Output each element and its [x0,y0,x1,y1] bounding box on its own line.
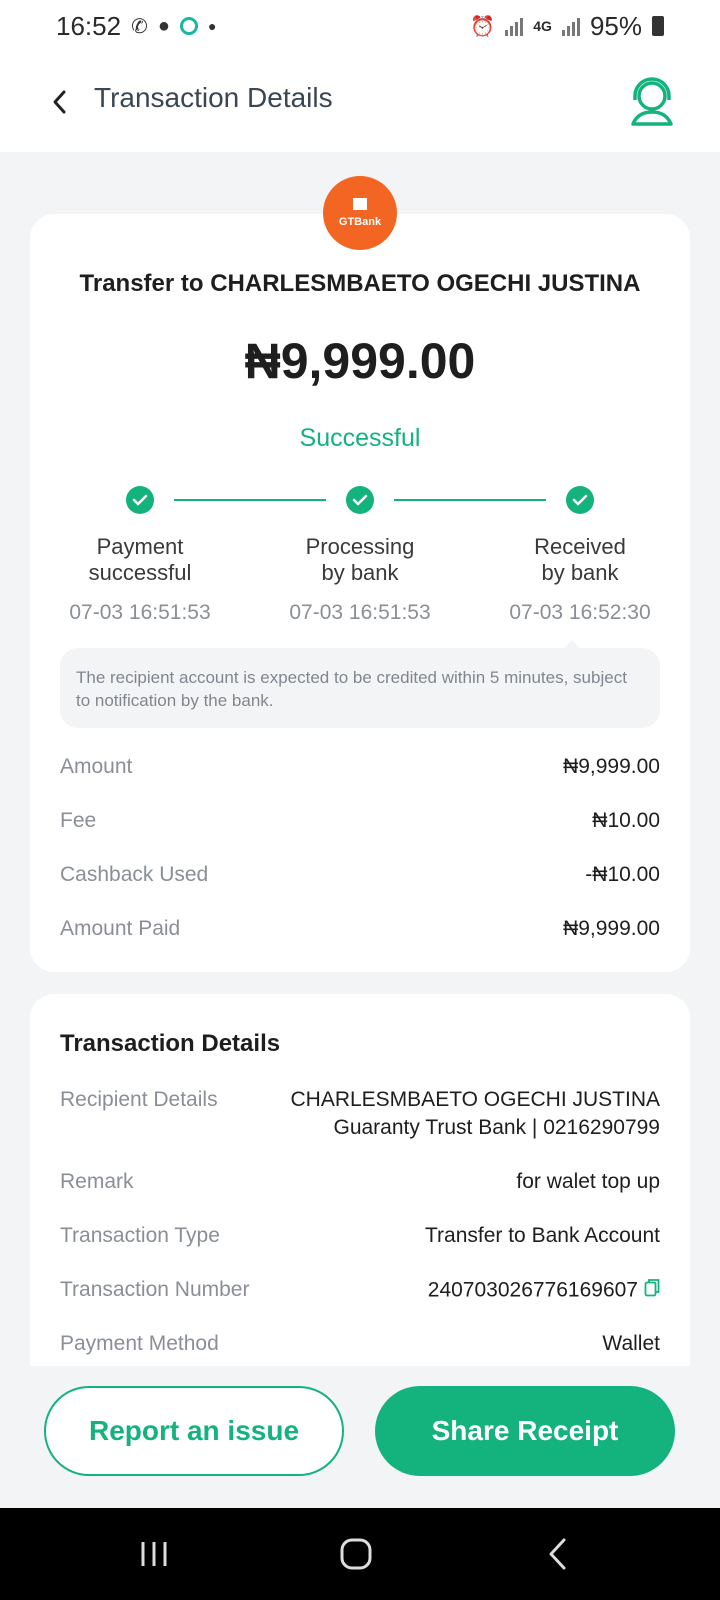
transaction-summary-card [30,214,690,972]
home-button[interactable] [326,1534,386,1574]
recipient-bank-account: Guaranty Trust Bank | 0216290799 [333,1116,660,1139]
transaction-status: Successful [299,424,421,452]
credit-notice: The recipient account is expected to be … [60,648,660,728]
network-type: 4G [533,18,552,34]
report-issue-button[interactable]: Report an issue [44,1386,344,1476]
back-arrow-icon [549,1538,566,1570]
system-nav-bar [0,1508,720,1600]
signal-icon [505,16,524,36]
fee-value: ₦10.00 [592,809,660,832]
bank-logo-mark [353,198,367,210]
step-connector-1 [174,499,326,501]
step-3-time: 07-03 16:52:30 [509,601,651,624]
page-title: Transaction Details [94,82,333,113]
transaction-type-value: Transfer to Bank Account [424,1224,660,1247]
share-receipt-button[interactable]: Share Receipt [375,1386,675,1476]
chevron-left-icon [53,90,66,114]
fee-label: Fee [60,809,97,832]
battery-level: 95% [589,10,642,41]
transaction-number-row: 240703026776169607 [428,1278,660,1304]
amount-paid-value: ₦9,999.00 [563,917,660,940]
notice-caret [564,640,580,648]
recipient-name: CHARLESMBAETO OGECHI JUSTINA [290,1088,660,1111]
payment-method-value: Wallet [602,1332,660,1355]
status-bar: 16:52 ✆ ● ● ⏰ 4G 95% [0,0,720,52]
step-2-check-icon [346,486,374,514]
step-1-label: Payment successful [88,534,192,585]
sync-icon [179,17,198,35]
copy-icon[interactable] [644,1278,660,1304]
back-button[interactable] [40,82,80,122]
whatsapp-icon: ✆ [131,15,148,38]
cashback-label: Cashback Used [60,863,209,886]
step-connector-2 [394,499,546,501]
details-section-title: Transaction Details [60,1030,281,1057]
remark-value: for walet top up [516,1170,660,1193]
amount-value: ₦9,999.00 [563,755,660,778]
bank-logo-text: GTBank [338,216,382,228]
amount-label: Amount [60,755,133,778]
chat-icon: ● [157,14,170,37]
transaction-title: Transfer to CHARLESMBAETO OGECHI JUSTINA [79,270,641,297]
step-2-label: Processing by bank [305,534,415,585]
step-3-label: Received by bank [534,534,626,585]
recent-apps-icon [141,1542,167,1566]
remark-label: Remark [60,1170,134,1193]
transaction-type-label: Transaction Type [60,1224,220,1247]
home-icon [340,1538,372,1570]
recent-apps-button[interactable] [124,1534,184,1574]
recipient-details-label: Recipient Details [60,1088,218,1111]
amount-paid-label: Amount Paid [60,917,181,940]
step-1-time: 07-03 16:51:53 [69,601,211,624]
battery-icon [652,16,664,36]
transaction-amount: ₦9,999.00 [244,333,476,389]
step-1-check-icon [126,486,154,514]
payment-method-label: Payment Method [60,1332,219,1355]
customer-support-button[interactable] [628,76,676,128]
status-time: 16:52 [56,10,122,41]
step-3-check-icon [566,486,594,514]
system-back-button[interactable] [528,1534,588,1574]
more-notifications-icon: ● [207,18,217,34]
bank-logo: GTBank [323,176,397,250]
transaction-number-label: Transaction Number [60,1278,250,1301]
alarm-icon: ⏰ [470,15,496,38]
cashback-value: -₦10.00 [585,863,660,886]
signal-icon-2 [561,16,580,36]
step-2-time: 07-03 16:51:53 [289,601,431,624]
transaction-number-value: 240703026776169607 [427,1278,638,1302]
app-header: Transaction Details [0,52,720,152]
headset-icon [631,77,673,126]
